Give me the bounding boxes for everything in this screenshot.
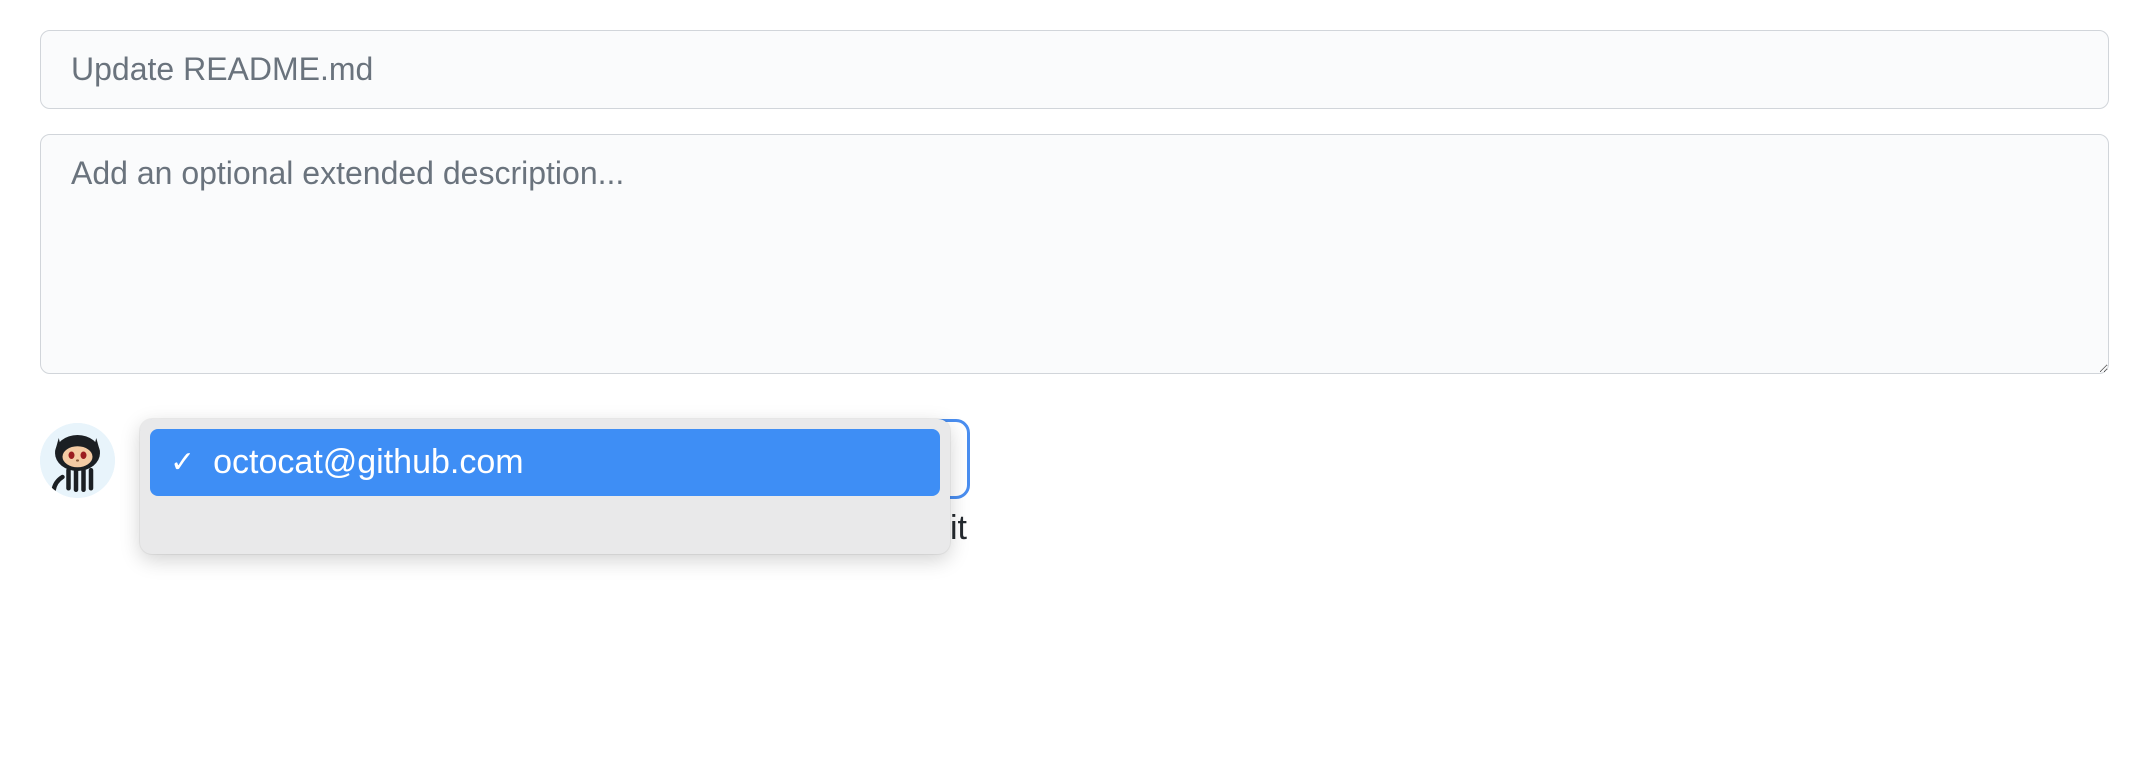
author-row: it ✓ octocat@github.com <box>40 419 2109 554</box>
dropdown-item-label: octocat@github.com <box>213 443 523 482</box>
author-email-dropdown[interactable]: it ✓ octocat@github.com <box>140 419 950 554</box>
commit-summary-input[interactable] <box>40 30 2109 109</box>
obscured-text-fragment: it <box>950 509 967 548</box>
commit-description-textarea[interactable] <box>40 134 2109 374</box>
octocat-icon <box>40 423 115 498</box>
dropdown-item-selected[interactable]: ✓ octocat@github.com <box>150 429 940 496</box>
check-icon: ✓ <box>170 448 195 478</box>
dropdown-panel: ✓ octocat@github.com <box>140 419 950 554</box>
avatar <box>40 423 115 498</box>
